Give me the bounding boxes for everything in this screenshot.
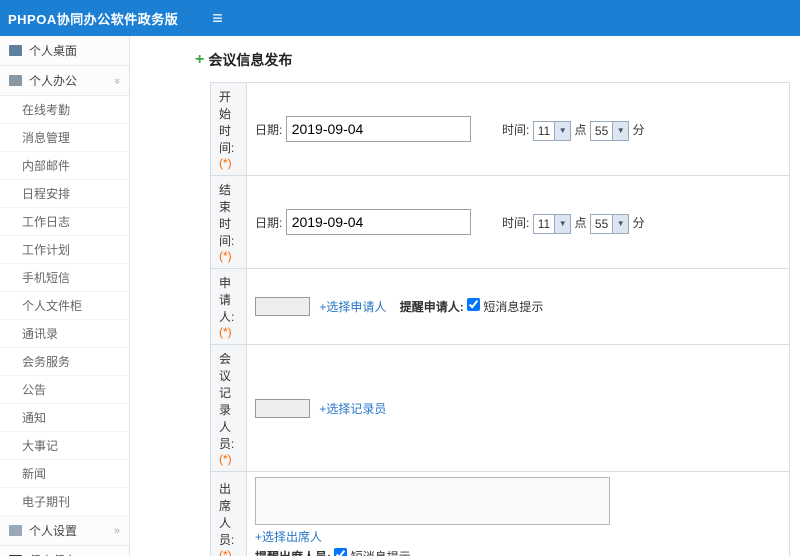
- form-row-start-time: 开始时间: (*) 日期: 时间: 11▼ 点 55▼ 分: [210, 82, 790, 176]
- sms-hint-label: 短消息提示: [483, 300, 544, 314]
- minute-unit-label: 分: [632, 123, 645, 137]
- required-mark: (*): [219, 325, 232, 339]
- field-label: 申请人:: [219, 276, 235, 324]
- select-attendees-link[interactable]: +选择出席人: [255, 530, 322, 544]
- gear-icon: [9, 525, 22, 536]
- sidebar-item-events[interactable]: 大事记: [0, 432, 129, 460]
- required-mark: (*): [219, 249, 232, 263]
- dropdown-arrow-icon: ▼: [554, 121, 571, 140]
- date-label: 日期:: [255, 216, 283, 230]
- sidebar: 个人桌面 个人办公 » 在线考勤 消息管理 内部邮件 日程安排 工作日志 工作计…: [0, 36, 130, 556]
- desktop-icon: [9, 45, 22, 56]
- start-hour-select[interactable]: 11 ▼: [532, 120, 572, 141]
- form-row-attendees: 出席人员: (*) +选择出席人 提醒出席人员: 短消息提示: [210, 471, 790, 556]
- sidebar-item-contacts[interactable]: 通讯录: [0, 320, 129, 348]
- sidebar-item-work-plan[interactable]: 工作计划: [0, 236, 129, 264]
- dropdown-arrow-icon: ▼: [612, 214, 629, 233]
- field-label: 结束时间:: [219, 183, 235, 248]
- form-row-applicant: 申请人: (*) +选择申请人 提醒申请人: 短消息提示: [210, 268, 790, 345]
- field-label: 开始时间:: [219, 90, 235, 155]
- select-applicant-link[interactable]: +选择申请人: [319, 300, 386, 314]
- dropdown-arrow-icon: ▼: [612, 121, 629, 140]
- sidebar-item-label: 个人桌面: [29, 44, 78, 58]
- sidebar-item-work-log[interactable]: 工作日志: [0, 208, 129, 236]
- page-title: + 会议信息发布: [195, 50, 792, 70]
- attendees-textarea[interactable]: [255, 477, 610, 525]
- applicant-input[interactable]: [255, 297, 310, 316]
- recorder-input[interactable]: [255, 398, 310, 418]
- end-minute-select[interactable]: 55 ▼: [589, 213, 630, 234]
- dropdown-arrow-icon: ▼: [554, 214, 571, 233]
- sidebar-item-personal-settings[interactable]: 个人设置 »: [0, 516, 129, 546]
- remind-attendees-label: 提醒出席人员:: [255, 550, 331, 556]
- sidebar-item-notice[interactable]: 通知: [0, 404, 129, 432]
- app-header: PHPOA协同办公软件政务版 ≡: [0, 0, 800, 36]
- sidebar-item-file-cabinet[interactable]: 个人文件柜: [0, 292, 129, 320]
- required-mark: (*): [219, 156, 232, 170]
- time-label: 时间:: [502, 216, 530, 230]
- sidebar-item-label: 个人办公: [29, 74, 78, 88]
- minute-unit-label: 分: [632, 216, 645, 230]
- sidebar-item-news[interactable]: 新闻: [0, 460, 129, 488]
- start-date-input[interactable]: [285, 116, 471, 142]
- sidebar-item-internal-mail[interactable]: 内部邮件: [0, 152, 129, 180]
- sidebar-item-personal-office[interactable]: 个人办公 »: [0, 66, 129, 96]
- time-label: 时间:: [502, 123, 530, 137]
- field-label: 出席人员:: [219, 482, 235, 547]
- applicant-sms-checkbox[interactable]: [467, 298, 481, 311]
- end-hour-select[interactable]: 11 ▼: [532, 213, 572, 234]
- end-date-input[interactable]: [285, 209, 471, 235]
- sidebar-item-e-journal[interactable]: 电子期刊: [0, 488, 129, 516]
- sidebar-item-online-attendance[interactable]: 在线考勤: [0, 96, 129, 124]
- add-icon: +: [195, 51, 205, 68]
- select-recorder-link[interactable]: +选择记录员: [319, 402, 386, 416]
- sms-hint-label: 短消息提示: [351, 550, 411, 556]
- main-content: + 会议信息发布 开始时间: (*) 日期: 时间: 11▼ 点: [130, 36, 800, 556]
- sidebar-item-message-management[interactable]: 消息管理: [0, 124, 129, 152]
- page-title-text: 会议信息发布: [208, 52, 293, 68]
- sidebar-item-conference-service[interactable]: 会务服务: [0, 348, 129, 376]
- required-mark: (*): [219, 548, 232, 556]
- attendees-sms-checkbox[interactable]: [334, 548, 348, 556]
- chevron-right-icon: »: [113, 524, 120, 537]
- start-minute-select[interactable]: 55 ▼: [589, 120, 630, 141]
- sidebar-item-desktop[interactable]: 个人桌面: [0, 36, 129, 66]
- date-label: 日期:: [255, 123, 283, 137]
- chevron-down-icon: »: [110, 77, 123, 84]
- hour-unit-label: 点: [574, 216, 587, 230]
- field-label: 会议记录人员:: [219, 352, 235, 451]
- hour-unit-label: 点: [574, 123, 587, 137]
- sidebar-item-label: 督查督办: [29, 552, 77, 556]
- meeting-form: 开始时间: (*) 日期: 时间: 11▼ 点 55▼ 分: [210, 82, 790, 556]
- hamburger-menu-icon[interactable]: ≡: [212, 9, 223, 27]
- remind-applicant-label: 提醒申请人:: [399, 300, 464, 314]
- sidebar-item-mobile-sms[interactable]: 手机短信: [0, 264, 129, 292]
- sidebar-item-announcement[interactable]: 公告: [0, 376, 129, 404]
- form-row-recorder: 会议记录人员: (*) +选择记录员: [210, 344, 790, 472]
- sidebar-item-label: 个人设置: [29, 524, 78, 538]
- sidebar-item-supervision[interactable]: 督查督办 »: [0, 546, 129, 556]
- sidebar-item-schedule[interactable]: 日程安排: [0, 180, 129, 208]
- sidebar-submenu: 在线考勤 消息管理 内部邮件 日程安排 工作日志 工作计划 手机短信 个人文件柜…: [0, 96, 129, 516]
- briefcase-icon: [9, 75, 22, 86]
- app-window: PHPOA协同办公软件政务版 ≡ 个人桌面 个人办公 » 在线考勤 消息管理 内…: [0, 0, 800, 556]
- required-mark: (*): [219, 452, 232, 466]
- form-row-end-time: 结束时间: (*) 日期: 时间: 11▼ 点 55▼ 分: [210, 175, 790, 269]
- app-title: PHPOA协同办公软件政务版: [8, 11, 179, 27]
